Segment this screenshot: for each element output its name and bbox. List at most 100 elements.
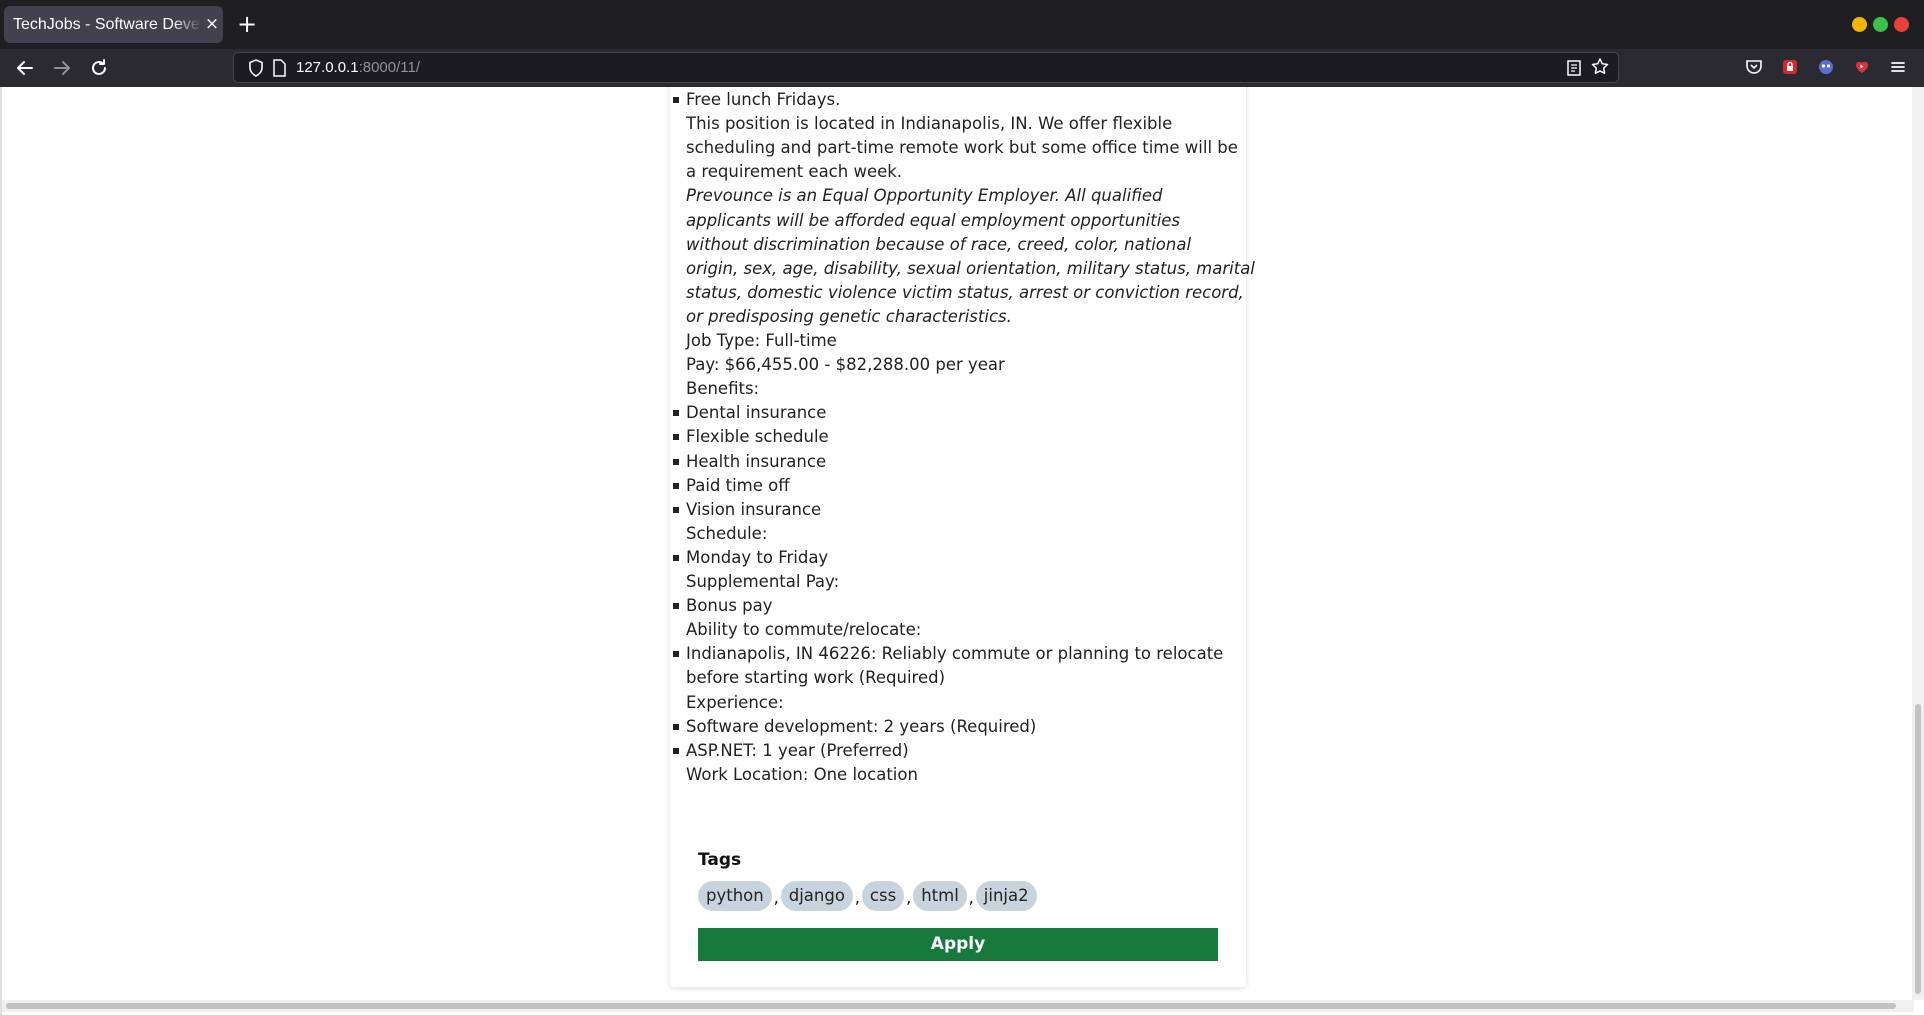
reload-icon[interactable] <box>86 55 112 81</box>
list-item: Paid time off <box>673 474 790 498</box>
paragraph-line: status, domestic violence victim status,… <box>686 281 1244 305</box>
bullet-marker <box>673 554 679 561</box>
line-text: ASP.NET: 1 year (Preferred) <box>686 740 909 760</box>
paragraph-line: Schedule: <box>686 522 767 546</box>
tab-close-icon[interactable]: × <box>203 13 221 35</box>
line-text: Work Location: One location <box>686 764 918 784</box>
paragraph-line: applicants will be afforded equal employ… <box>686 209 1180 233</box>
line-text: This position is located in Indianapolis… <box>686 114 1173 134</box>
window-close-button[interactable] <box>1894 17 1909 32</box>
line-text: Job Type: Full-time <box>686 331 837 350</box>
url-text[interactable]: 127.0.0.1:8000/11/ <box>296 59 420 76</box>
reader-view-icon[interactable] <box>1566 59 1582 77</box>
browser-tab[interactable]: TechJobs - Software Developer × <box>4 6 223 43</box>
list-item: Indianapolis, IN 46226: Reliably commute… <box>673 642 1223 666</box>
tag-separator: , <box>854 888 861 907</box>
tags-heading: Tags <box>698 850 742 870</box>
bullet-marker <box>673 97 679 103</box>
bullet-marker <box>673 506 679 513</box>
line-text: Free lunch Fridays. <box>686 90 841 109</box>
forward-arrow-icon[interactable] <box>49 55 75 81</box>
bullet-marker <box>673 482 679 489</box>
paragraph-line: Experience: <box>686 691 784 715</box>
bullet-marker <box>673 651 679 658</box>
password-manager-icon[interactable] <box>1780 57 1800 77</box>
line-text: Health insurance <box>686 451 827 471</box>
tag-separator: , <box>968 888 974 907</box>
horizontal-scroll-thumb[interactable] <box>6 1003 1896 1009</box>
line-text: applicants will be afforded equal employ… <box>686 210 1181 230</box>
new-tab-icon[interactable]: + <box>236 11 258 37</box>
pocket-icon[interactable] <box>1744 57 1764 77</box>
line-text: without discrimination because of race, … <box>686 234 1192 254</box>
line-text: or predisposing genetic characteristics. <box>686 306 1012 326</box>
list-item: Bonus pay <box>673 594 773 618</box>
line-text: a requirement each week. <box>686 162 903 182</box>
paragraph-line: Prevounce is an Equal Opportunity Employ… <box>686 184 1162 208</box>
line-text: Supplemental Pay: <box>686 572 840 591</box>
apply-button[interactable]: Apply <box>698 928 1218 961</box>
bullet-marker <box>673 747 679 754</box>
paragraph-line: Pay: $66,455.00 - $82,288.00 per year <box>686 353 1005 377</box>
tab-title-fade <box>174 14 202 36</box>
list-item: Flexible schedule <box>673 425 829 449</box>
vertical-scrollbar[interactable] <box>1912 87 1924 1000</box>
window-minimize-button[interactable] <box>1852 17 1867 32</box>
list-item: Monday to Friday <box>673 546 829 570</box>
tag-separator: , <box>906 888 912 907</box>
url-host: 127.0.0.1 <box>296 59 359 76</box>
line-text: scheduling and part-time remote work but… <box>686 138 1238 158</box>
heart-extension-icon[interactable] <box>1852 57 1872 77</box>
list-item: Free lunch Fridays. <box>673 88 841 112</box>
line-text: Bonus pay <box>686 596 773 616</box>
line-text: before starting work (Required) <box>686 668 946 688</box>
back-arrow-icon[interactable] <box>12 55 38 81</box>
line-text: Benefits: <box>686 379 760 399</box>
list-item: Vision insurance <box>673 498 822 522</box>
hamburger-menu-icon[interactable] <box>1888 57 1908 77</box>
line-text: Pay: $66,455.00 - $82,288.00 per year <box>686 355 1005 375</box>
line-text: Monday to Friday <box>686 547 829 567</box>
paragraph-line: Ability to commute/relocate: <box>686 618 921 642</box>
paragraph-line: or predisposing genetic characteristics. <box>686 305 1012 329</box>
list-item: Dental insurance <box>673 401 827 425</box>
line-text: Software development: 2 years (Required) <box>686 716 1037 736</box>
browser-titlebar: TechJobs - Software Developer × + <box>0 0 1924 49</box>
paragraph-line: origin, sex, age, disability, sexual ori… <box>686 257 1255 281</box>
tag-django[interactable]: django <box>780 881 853 911</box>
paragraph-line: a requirement each week. <box>686 160 902 184</box>
shield-icon[interactable] <box>247 58 265 78</box>
bookmark-star-icon[interactable] <box>1590 56 1610 84</box>
tag-separator: , <box>773 888 779 907</box>
tag-jinja2[interactable]: jinja2 <box>975 881 1037 911</box>
paragraph-line: Benefits: <box>686 377 759 401</box>
list-item: ASP.NET: 1 year (Preferred) <box>673 739 909 763</box>
line-text: Flexible schedule <box>686 427 829 447</box>
paragraph-line: before starting work (Required) <box>686 666 945 690</box>
horizontal-scrollbar[interactable] <box>2 1000 1914 1012</box>
paragraph-line: Work Location: One location <box>686 763 918 787</box>
paragraph-line: Job Type: Full-time <box>686 329 837 353</box>
vertical-scroll-thumb[interactable] <box>1915 704 1921 994</box>
url-path: :8000/11/ <box>358 59 421 76</box>
tag-python[interactable]: python <box>698 881 772 911</box>
line-text: Schedule: <box>686 523 768 543</box>
line-text: Prevounce is an Equal Opportunity Employ… <box>686 186 1163 206</box>
tag-html[interactable]: html <box>913 881 967 911</box>
ghost-extension-icon[interactable] <box>1816 57 1836 77</box>
page-viewport: Free lunch Fridays. This position is loca… <box>0 87 1924 1015</box>
line-text: status, domestic violence victim status,… <box>686 282 1244 302</box>
tags-list: python, django, css, html, jinja2 <box>698 881 1037 911</box>
address-bar[interactable]: 127.0.0.1:8000/11/ <box>233 52 1619 83</box>
bullet-marker <box>673 723 679 730</box>
line-text: Dental insurance <box>686 403 827 423</box>
paragraph-line: This position is located in Indianapolis… <box>686 112 1172 136</box>
list-item: Software development: 2 years (Required) <box>673 715 1037 739</box>
line-text: Vision insurance <box>686 499 822 519</box>
page-info-icon[interactable] <box>272 59 286 77</box>
window-maximize-button[interactable] <box>1873 17 1888 32</box>
bullet-marker <box>673 603 679 610</box>
tag-css[interactable]: css <box>861 881 905 911</box>
line-text: Paid time off <box>686 475 790 495</box>
paragraph-line: scheduling and part-time remote work but… <box>686 136 1238 160</box>
